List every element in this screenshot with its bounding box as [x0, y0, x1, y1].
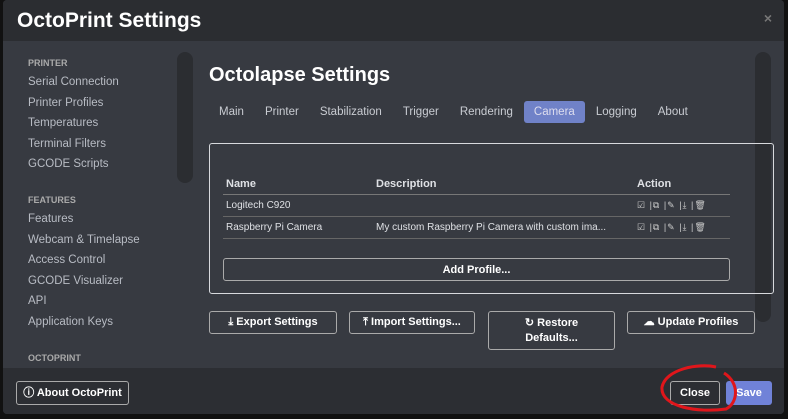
settings-sidebar: PRINTER Serial Connection Printer Profiles… [28, 52, 178, 362]
profile-description [373, 194, 634, 217]
sidebar-item[interactable]: Application Keys [28, 316, 178, 337]
restore-label-2: Defaults... [525, 331, 578, 344]
tab-logging[interactable]: Logging [586, 101, 647, 123]
table-row: Raspberry Pi Camera My custom Raspberry P… [223, 216, 730, 239]
profile-name: Raspberry Pi Camera [223, 216, 373, 239]
sidebar-item[interactable]: Terminal Filters [28, 138, 178, 159]
sidebar-item[interactable]: Features [28, 213, 178, 234]
sidebar-section-title: PRINTER [28, 58, 68, 68]
row-action-icons[interactable]: ☑ |⧉ |✎ |⤓ |🗑 [634, 216, 730, 239]
profile-description: My custom Raspberry Pi Camera with custo… [373, 216, 634, 239]
col-name: Name [223, 174, 373, 195]
sidebar-scrollbar[interactable] [177, 52, 193, 183]
sidebar-item[interactable]: Access Control [28, 254, 178, 275]
sidebar-item[interactable]: Webcam & Timelapse [28, 234, 178, 255]
col-action: Action [634, 174, 730, 195]
row-action-icons[interactable]: ☑ |⧉ |✎ |⤓ |🗑 [634, 194, 730, 217]
tab-printer[interactable]: Printer [255, 101, 309, 123]
sidebar-item[interactable]: GCODE Visualizer [28, 275, 178, 296]
close-icon[interactable]: × [764, 10, 772, 26]
modal-header: OctoPrint Settings [3, 0, 784, 41]
update-profiles-button[interactable]: ☁ Update Profiles [627, 311, 755, 334]
sidebar-item[interactable]: Printer Profiles [28, 97, 178, 118]
tab-about[interactable]: About [648, 101, 698, 123]
red-annotation-circle [660, 364, 737, 412]
settings-modal: OctoPrint Settings × PRINTER Serial Conne… [3, 0, 784, 414]
tab-rendering[interactable]: Rendering [450, 101, 523, 123]
tab-camera[interactable]: Camera [523, 101, 585, 123]
profile-name: Logitech C920 [223, 194, 373, 217]
add-profile-button[interactable]: Add Profile... [223, 258, 730, 281]
page-title: Octolapse Settings [209, 64, 391, 86]
sidebar-section-title: FEATURES [28, 194, 76, 205]
col-description: Description [373, 174, 634, 195]
sidebar-item[interactable]: API [28, 295, 178, 316]
modal-title: OctoPrint Settings [17, 8, 202, 32]
tab-stabilization[interactable]: Stabilization [310, 101, 392, 123]
import-settings-button[interactable]: ⤒ Import Settings... [349, 311, 475, 334]
tab-main[interactable]: Main [209, 101, 254, 123]
sidebar-section-title: OCTOPRINT [28, 352, 81, 362]
restore-label-1: ↻ Restore [524, 316, 579, 329]
tab-bar: Main Printer Stabilization Trigger Rendering… [209, 101, 699, 123]
sidebar-item[interactable]: Serial Connection [28, 76, 178, 97]
table-row: Logitech C920 ☑ |⧉ |✎ |⤓ |🗑 [223, 194, 730, 217]
about-octoprint-button[interactable]: ⓘ About OctoPrint [16, 381, 129, 405]
camera-profiles-panel: Name Description Action Logitech C920 ☑ |… [209, 143, 774, 294]
tab-trigger[interactable]: Trigger [393, 101, 449, 123]
camera-profiles-table: Name Description Action Logitech C920 ☑ |… [223, 174, 730, 239]
export-settings-button[interactable]: ⤓ Export Settings [209, 311, 337, 334]
restore-defaults-button[interactable]: ↻ Restore Defaults... [488, 311, 615, 350]
sidebar-item[interactable]: Temperatures [28, 117, 178, 138]
sidebar-item[interactable]: GCODE Scripts [28, 158, 178, 179]
